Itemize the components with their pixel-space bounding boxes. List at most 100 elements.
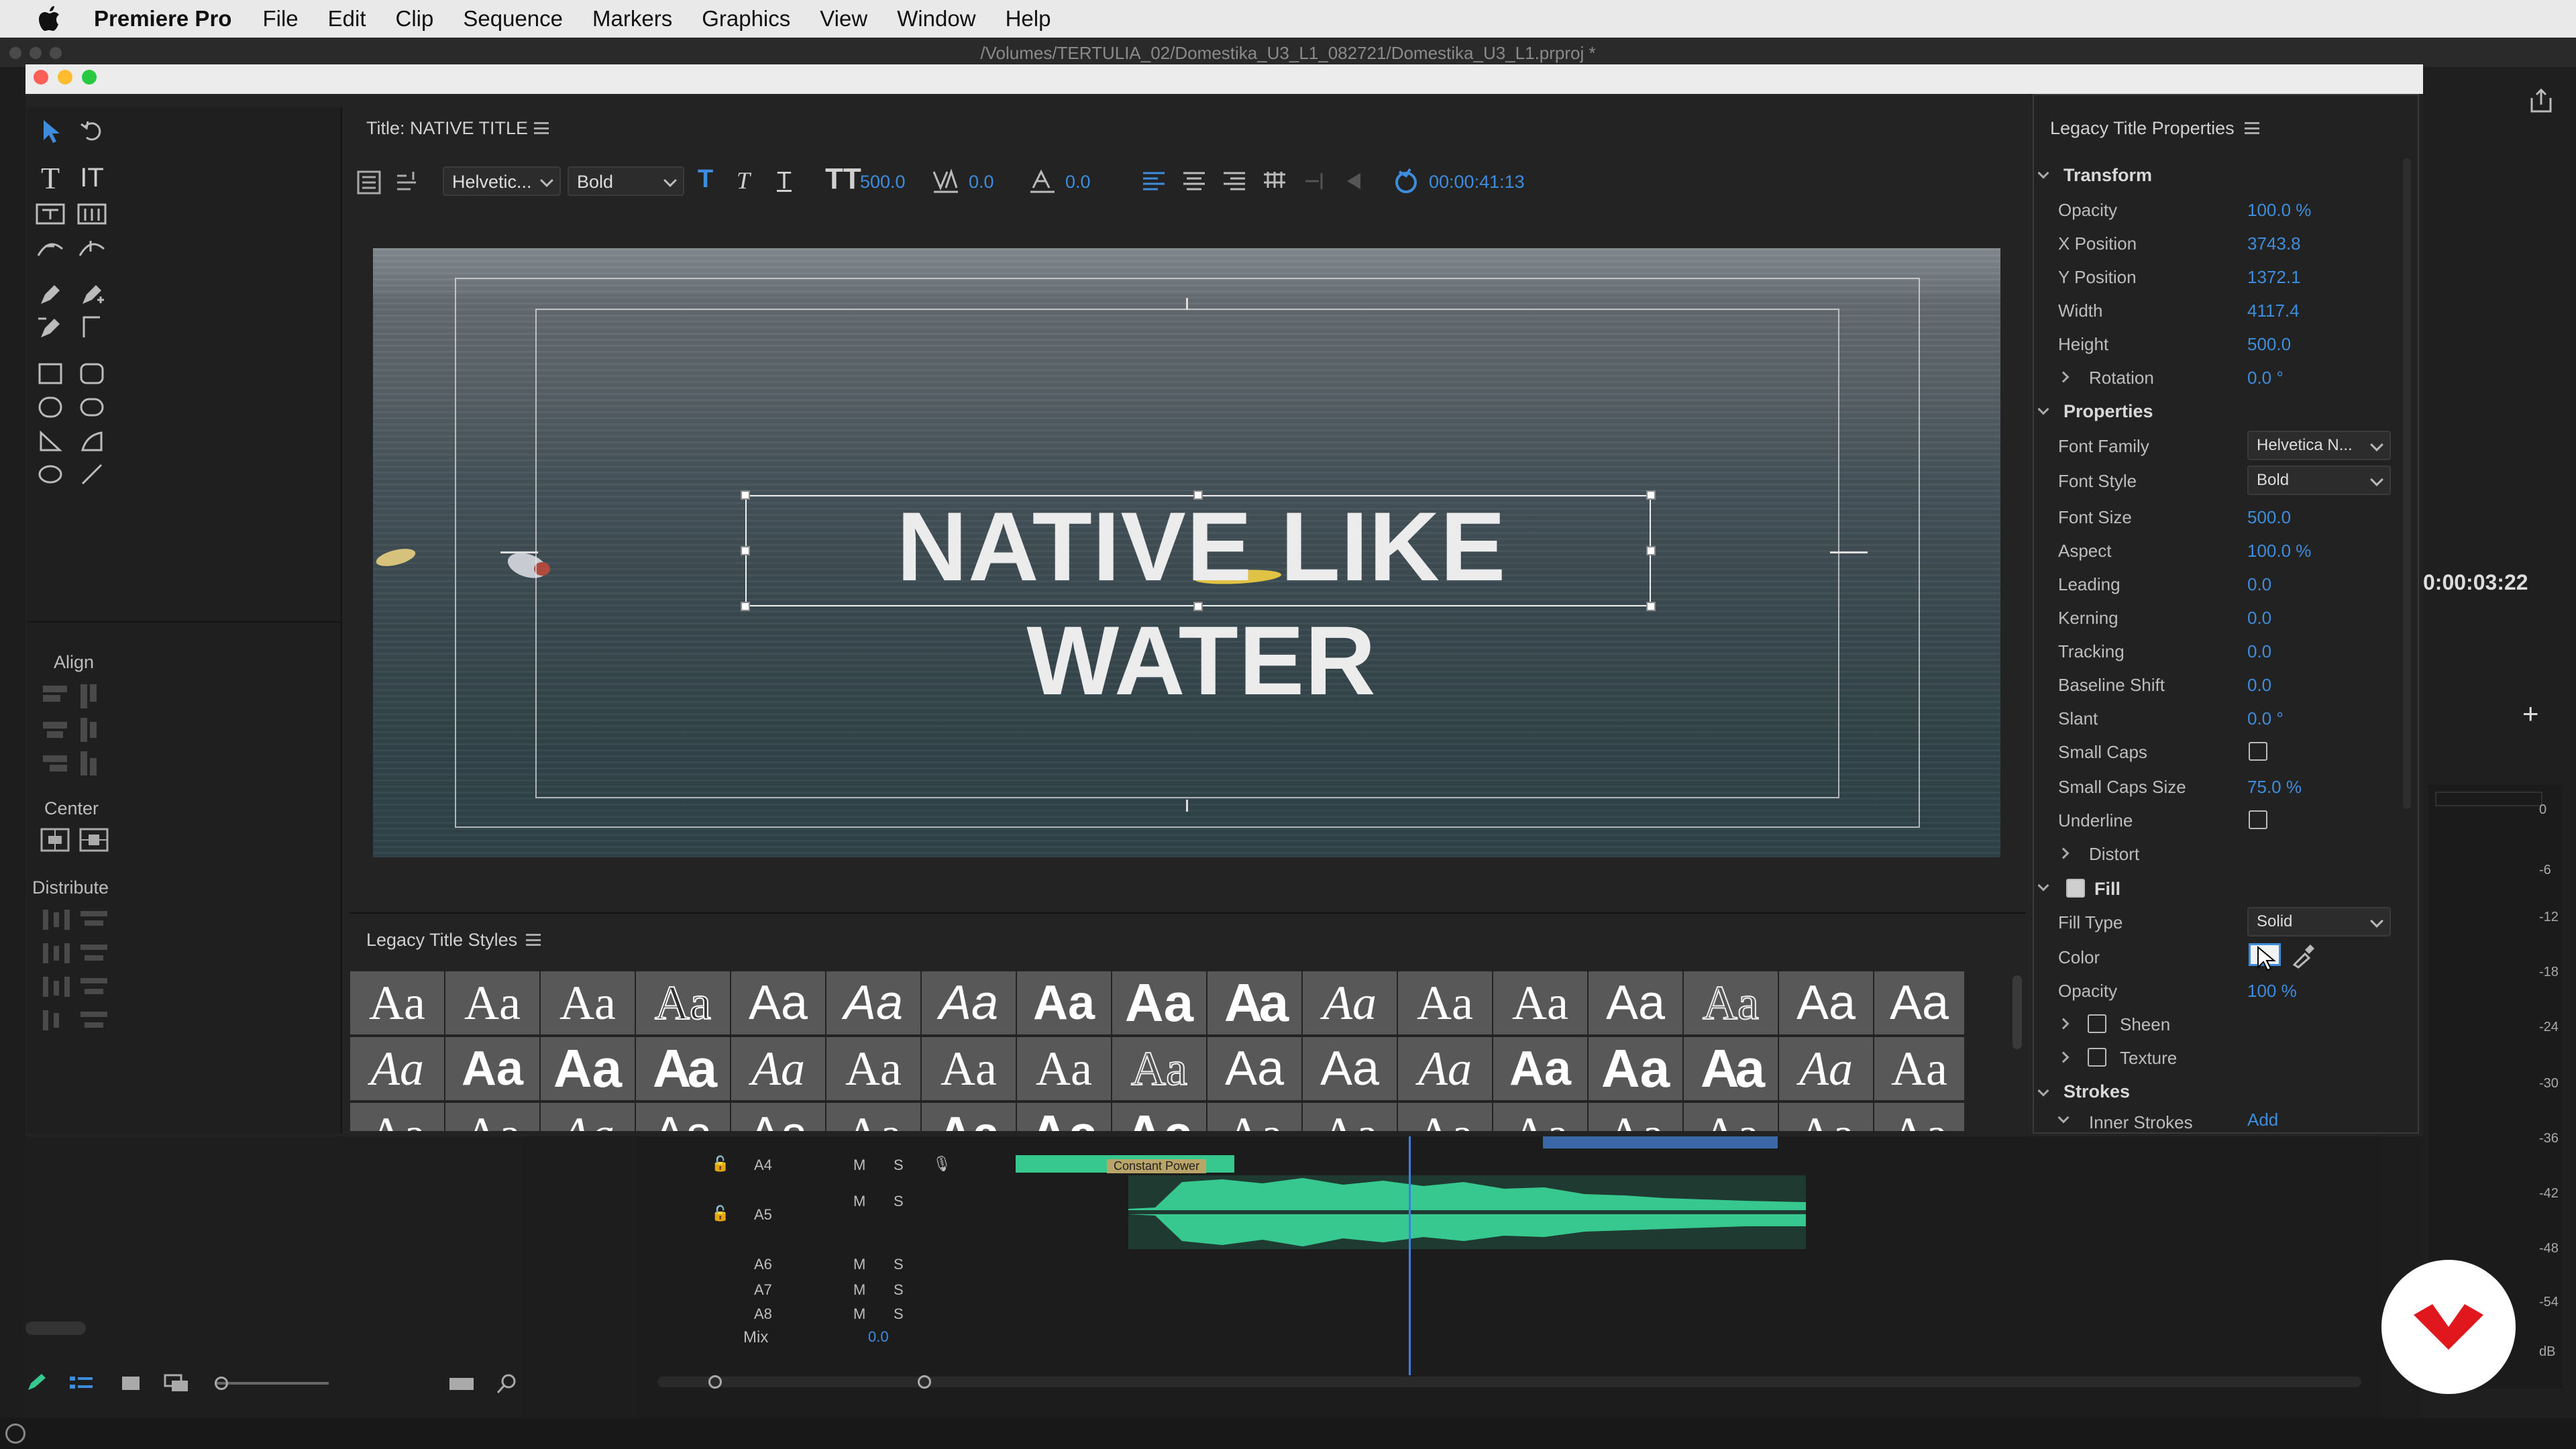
leading-value[interactable]: 0.0 [2247, 574, 2271, 595]
style-swatch[interactable]: Aa [826, 971, 920, 1034]
lock-icon[interactable]: 🔓 [711, 1205, 729, 1222]
font-family-select[interactable]: Helvetica N... [2247, 431, 2391, 460]
bin-icon[interactable] [448, 1374, 475, 1394]
sheen-checkbox[interactable] [2088, 1014, 2106, 1033]
rotation-tool-icon[interactable] [74, 113, 110, 149]
resize-handle[interactable] [1193, 490, 1203, 500]
style-swatch[interactable]: Aa [1589, 971, 1682, 1034]
playhead[interactable] [1409, 1136, 1411, 1375]
mute-button[interactable]: M [853, 1193, 865, 1210]
aspect-value[interactable]: 100.0 % [2247, 541, 2311, 561]
style-swatch[interactable]: Aa [1398, 971, 1492, 1034]
mic-icon[interactable]: 🎙 [932, 1155, 951, 1173]
mute-button[interactable]: M [853, 1305, 865, 1323]
selection-tool-icon[interactable] [32, 113, 68, 149]
style-swatch[interactable]: Aa [1303, 1037, 1397, 1100]
menu-edit[interactable]: Edit [328, 6, 366, 32]
style-swatch[interactable]: Aa [1684, 1037, 1778, 1100]
timeline-zoom-bar[interactable] [657, 1377, 2361, 1387]
rounded-corner-rectangle-tool-icon[interactable] [32, 389, 68, 425]
icon-view-icon[interactable] [119, 1374, 142, 1394]
style-swatch[interactable]: Aa [445, 971, 539, 1034]
rectangle-tool-icon[interactable] [32, 356, 68, 392]
vertical-area-type-tool-icon[interactable] [74, 196, 110, 232]
apple-icon[interactable] [32, 1, 67, 36]
props-scrollbar[interactable] [2403, 158, 2411, 809]
styles-scrollbar[interactable] [2012, 975, 2022, 1049]
style-swatch[interactable]: Aa [1208, 971, 1301, 1034]
underline-icon[interactable]: T [777, 166, 792, 195]
bold-icon[interactable]: T [698, 165, 713, 194]
style-swatch[interactable]: Aa [826, 1037, 920, 1100]
properties-section[interactable]: Properties [2063, 401, 2153, 422]
pencil-icon[interactable] [25, 1373, 52, 1393]
mute-button[interactable]: M [853, 1281, 865, 1299]
style-swatch[interactable]: Aa [1017, 971, 1111, 1034]
menu-view[interactable]: View [820, 6, 867, 32]
style-swatch[interactable]: Aa [1112, 1103, 1206, 1131]
convert-anchor-tool-icon[interactable] [74, 309, 110, 345]
style-swatch[interactable]: Aa [1303, 1103, 1397, 1131]
font-size-value[interactable]: 500.0 [860, 172, 906, 193]
transition-label[interactable]: Constant Power [1107, 1159, 1207, 1173]
style-swatch[interactable]: Aa [1684, 1103, 1778, 1131]
style-swatch[interactable]: Aa [1874, 1037, 1964, 1100]
style-swatch[interactable]: Aa [1208, 1103, 1301, 1131]
solo-button[interactable]: S [894, 1193, 904, 1210]
freeform-view-icon[interactable] [164, 1374, 191, 1394]
mute-button[interactable]: M [853, 1157, 865, 1174]
small-caps-size-value[interactable]: 75.0 % [2247, 777, 2302, 798]
style-swatch[interactable]: Aa [1779, 1037, 1873, 1100]
title-canvas[interactable]: NATIVE LIKE WATER [373, 248, 2000, 857]
scroll-bar[interactable] [25, 1322, 86, 1335]
menu-sequence[interactable]: Sequence [463, 6, 563, 32]
style-swatch[interactable]: Aa [350, 1103, 444, 1131]
resize-handle[interactable] [1646, 546, 1656, 555]
style-swatch[interactable]: Aa [1493, 1103, 1587, 1131]
style-swatch[interactable]: Aa [636, 1103, 730, 1131]
line-tool-icon[interactable] [74, 456, 110, 492]
audio-clip-a5[interactable] [1128, 1175, 1806, 1249]
baseline-shift-value[interactable]: 0.0 [2247, 675, 2271, 696]
font-style-select[interactable]: Bold [2247, 466, 2391, 495]
add-inner-stroke-link[interactable]: Add [2247, 1110, 2278, 1130]
kerning-value[interactable]: 0.0 [969, 172, 994, 193]
distort-label[interactable]: Distort [2089, 844, 2139, 865]
style-swatch[interactable]: Aa [1684, 971, 1778, 1034]
panel-menu-icon[interactable] [2245, 122, 2259, 134]
font-family-dropdown[interactable]: Helvetic... [443, 166, 561, 196]
style-swatch[interactable]: Aa [636, 1037, 730, 1100]
align-right-icon[interactable] [1221, 169, 1248, 193]
list-view-icon[interactable] [68, 1374, 95, 1394]
resize-handle[interactable] [1646, 490, 1656, 500]
style-swatch[interactable]: Aa [1017, 1103, 1111, 1131]
titler-close-button[interactable] [34, 70, 48, 85]
roll-crawl-icon[interactable] [1301, 169, 1328, 193]
titler-minimize-button[interactable] [58, 70, 72, 85]
style-swatch[interactable]: Aa [1112, 1037, 1206, 1100]
inner-strokes-twirl-icon[interactable] [2057, 1112, 2070, 1124]
center-horizontal-icon[interactable] [40, 828, 70, 852]
opacity-value[interactable]: 100.0 % [2247, 200, 2311, 221]
ellipse-tool-icon[interactable] [32, 456, 68, 492]
kerning-prop-value[interactable]: 0.0 [2247, 608, 2271, 629]
zoom-handle-left[interactable] [708, 1375, 722, 1389]
rotation-value[interactable]: 0.0 ° [2247, 368, 2284, 388]
zoom-slider[interactable] [215, 1382, 329, 1385]
tracking-value[interactable]: 0.0 [2247, 641, 2271, 662]
style-swatch[interactable]: Aa [541, 1037, 635, 1100]
templates-icon[interactable] [1339, 169, 1366, 193]
font-size-prop-value[interactable]: 500.0 [2247, 507, 2291, 528]
height-value[interactable]: 500.0 [2247, 334, 2291, 355]
style-swatch[interactable]: Aa [922, 971, 1016, 1034]
texture-checkbox[interactable] [2088, 1048, 2106, 1067]
style-swatch[interactable]: Aa [350, 971, 444, 1034]
style-swatch[interactable]: Aa [636, 971, 730, 1034]
style-swatch[interactable]: Aa [541, 1103, 635, 1131]
small-caps-checkbox[interactable] [2249, 742, 2267, 761]
zoom-slider-handle[interactable] [215, 1377, 228, 1390]
menu-clip[interactable]: Clip [396, 6, 434, 32]
menu-help[interactable]: Help [1006, 6, 1051, 32]
clipped-rectangle-tool-icon[interactable] [74, 389, 110, 425]
add-anchor-tool-icon[interactable] [74, 275, 110, 311]
